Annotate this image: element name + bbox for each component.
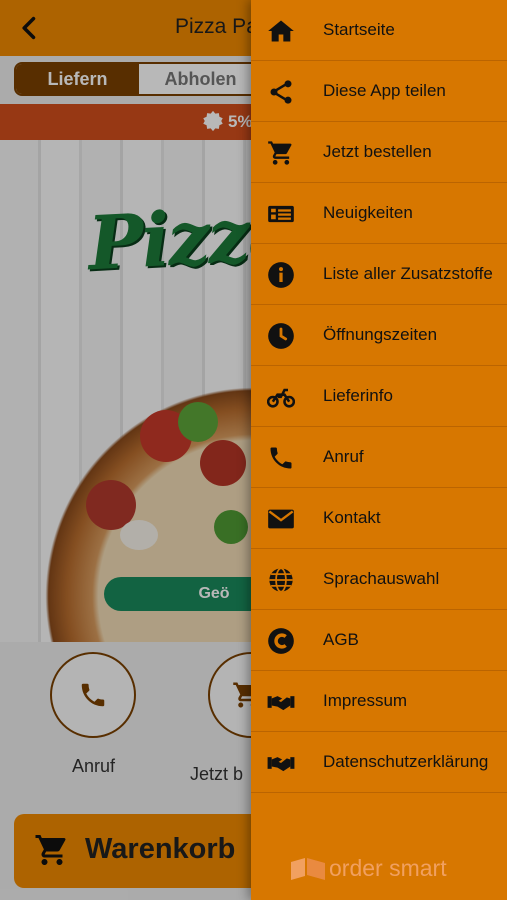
menu-item-opening-hours[interactable]: Öffnungszeiten	[251, 305, 507, 366]
menu-item-additives[interactable]: Liste aller Zusatzstoffe	[251, 244, 507, 305]
handshake-icon	[267, 696, 295, 711]
copyright-icon	[268, 628, 294, 654]
menu-item-label: Datenschutzerklärung	[323, 752, 489, 771]
menu-item-share-app[interactable]: Diese App teilen	[251, 61, 507, 122]
menu-item-startseite[interactable]: Startseite	[251, 0, 507, 61]
menu-item-label: Kontakt	[323, 508, 381, 527]
info-icon	[268, 262, 294, 288]
menu-item-privacy[interactable]: Datenschutzerklärung	[251, 732, 507, 793]
order-smart-logo-text: order smart	[329, 855, 447, 881]
home-icon	[268, 20, 294, 42]
menu-item-label: Sprachauswahl	[323, 569, 440, 588]
motorcycle-icon	[267, 388, 295, 408]
menu-item-contact[interactable]: Kontakt	[251, 488, 507, 549]
menu-item-order-now[interactable]: Jetzt bestellen	[251, 122, 507, 183]
clock-icon	[268, 323, 294, 349]
menu-item-label: Öffnungszeiten	[323, 325, 438, 344]
menu-item-label: Liste aller Zusatzstoffe	[323, 264, 493, 283]
menu-item-label: Anruf	[323, 447, 364, 466]
menu-item-language[interactable]: Sprachauswahl	[251, 549, 507, 610]
envelope-icon	[268, 509, 294, 529]
menu-item-label: Diese App teilen	[323, 81, 446, 100]
menu-item-label: Jetzt bestellen	[323, 142, 432, 161]
newspaper-icon	[268, 205, 294, 223]
menu-item-terms[interactable]: AGB	[251, 610, 507, 671]
globe-icon	[269, 567, 293, 593]
phone-icon	[270, 447, 292, 469]
menu-item-label: Neuigkeiten	[323, 203, 413, 222]
menu-item-call[interactable]: Anruf	[251, 427, 507, 488]
menu-item-label: Startseite	[323, 20, 395, 39]
share-icon	[270, 80, 292, 104]
navigation-drawer: Startseite Diese App teilen Jetzt bestel…	[251, 0, 507, 900]
menu-item-imprint[interactable]: Impressum	[251, 671, 507, 732]
menu-item-delivery-info[interactable]: Lieferinfo	[251, 366, 507, 427]
cart-icon	[268, 141, 292, 165]
menu-item-label: AGB	[323, 630, 359, 649]
handshake-icon	[267, 757, 295, 772]
menu-item-label: Impressum	[323, 691, 408, 710]
menu-item-news[interactable]: Neuigkeiten	[251, 183, 507, 244]
order-smart-logo-icon	[291, 858, 325, 880]
order-smart-logo: order smart	[291, 855, 461, 885]
menu-item-label: Lieferinfo	[323, 386, 393, 405]
